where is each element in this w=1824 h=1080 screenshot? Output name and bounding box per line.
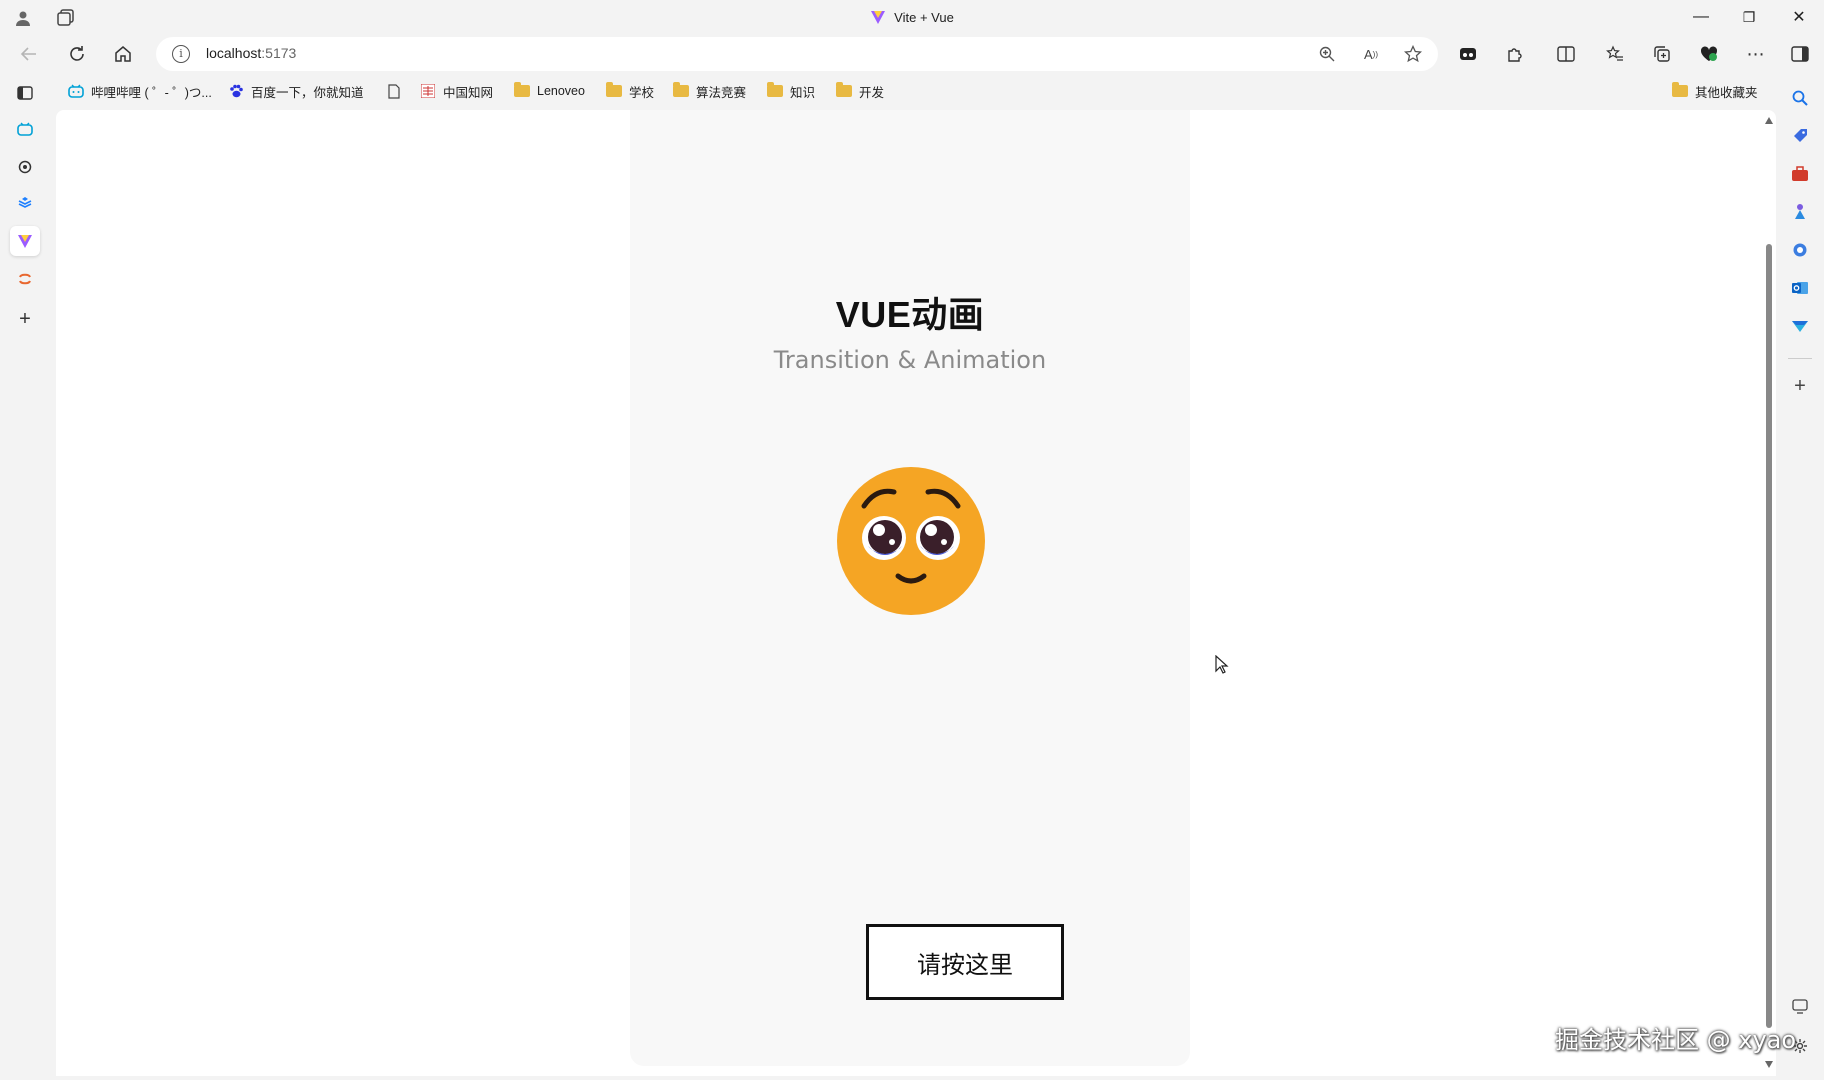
read-aloud-icon[interactable]: A)) [1360, 44, 1382, 64]
tab-docs[interactable] [10, 188, 40, 218]
baidu-icon [228, 83, 244, 99]
tab-bilibili[interactable] [10, 114, 40, 144]
bookmark-label: 知识 [790, 85, 816, 100]
new-tab-plus-icon[interactable]: + [10, 304, 40, 334]
zoom-icon[interactable] [1316, 44, 1338, 64]
sidebar-separator [1788, 358, 1812, 359]
scroll-up-arrow-icon[interactable] [1765, 117, 1773, 124]
scroll-thumb[interactable] [1766, 244, 1772, 1028]
bilibili-icon [68, 83, 84, 99]
layers-icon [18, 197, 32, 208]
bookmark-label: 开发 [859, 85, 885, 100]
search-icon[interactable] [1788, 86, 1812, 110]
other-bookmarks-label: 其他收藏夹 [1695, 85, 1758, 100]
bookmark-label: 学校 [629, 85, 655, 100]
url-host: localhost [206, 45, 262, 61]
shopping-tag-icon[interactable] [1788, 124, 1812, 148]
bookmark-label: 算法竞赛 [696, 85, 747, 100]
bookmark-folder-lenoveo[interactable]: Lenoveo [514, 80, 585, 102]
window-title-text: Vite + Vue [894, 9, 954, 25]
home-icon [115, 46, 131, 62]
scroll-down-arrow-icon[interactable] [1765, 1061, 1773, 1068]
folder-icon [767, 82, 783, 97]
navigation-bar: i localhost:5173 A)) ⋯ [0, 34, 1824, 74]
extension-icon[interactable] [1456, 42, 1480, 66]
bookmark-folder-school[interactable]: 学校 [606, 80, 654, 102]
watermark-text: 掘金技术社区 @ xyao [1555, 1026, 1797, 1054]
bookmark-label: 中国知网 [443, 85, 494, 100]
home-button[interactable] [108, 40, 138, 68]
press-here-button[interactable]: 请按这里 [866, 924, 1064, 1000]
edge-sidebar: + [1776, 74, 1824, 1080]
bookmark-label: 百度一下，你就知道 [251, 85, 364, 100]
url-text[interactable]: localhost:5173 [206, 45, 296, 61]
bilibili-icon [17, 122, 33, 136]
page-scrollbar[interactable] [1762, 112, 1776, 1076]
bookmark-folder-dev[interactable]: 开发 [836, 80, 884, 102]
site-info-icon[interactable]: i [172, 45, 190, 63]
tab-panel-icon[interactable] [10, 78, 40, 108]
tab-chatgpt[interactable] [10, 152, 40, 182]
tab-vite-vue[interactable] [10, 226, 40, 256]
bookmark-cnki[interactable]: 中国知网 [420, 80, 493, 102]
vite-logo-icon [871, 11, 886, 24]
animation-card: VUE动画 Transition & Animation 请按这里 [630, 110, 1190, 1066]
bookmark-label: 哔哩哔哩 ( ゜- ゜)つ... [91, 85, 212, 100]
vite-logo-icon [18, 235, 32, 248]
page-subtitle: Transition & Animation [773, 346, 1047, 374]
mouse-cursor-icon [1215, 655, 1229, 674]
browser-essentials-icon[interactable] [1697, 42, 1721, 66]
bookmark-folder-knowledge[interactable]: 知识 [767, 80, 815, 102]
folder-icon [606, 82, 622, 97]
folder-icon [673, 82, 689, 97]
close-button[interactable]: ✕ [1776, 0, 1822, 34]
minimize-icon: — [1693, 8, 1709, 25]
folder-icon [514, 82, 530, 97]
title-bar: Vite + Vue — ❐ ✕ [0, 0, 1824, 34]
extensions-puzzle-icon[interactable] [1503, 42, 1527, 66]
openai-icon [18, 160, 32, 174]
add-sidebar-app-plus-icon[interactable]: + [1788, 374, 1812, 398]
bookmark-label: Lenoveo [537, 84, 585, 98]
restore-icon: ❐ [1742, 8, 1756, 25]
back-button[interactable] [14, 40, 44, 68]
page-viewport: VUE动画 Transition & Animation 请按这里 [56, 110, 1776, 1076]
more-options-icon[interactable]: ⋯ [1744, 42, 1768, 66]
sidebar-toggle-icon[interactable] [1788, 42, 1812, 66]
bookmarks-bar: 哔哩哔哩 ( ゜- ゜)つ... 百度一下，你就知道 中国知网 Lenoveo … [56, 78, 1768, 104]
tools-briefcase-icon[interactable] [1788, 162, 1812, 186]
sync-icon [19, 273, 31, 285]
page-title: VUE动画 [835, 294, 985, 335]
microsoft-365-icon[interactable] [1788, 238, 1812, 262]
folder-icon [836, 82, 852, 97]
bookmark-page[interactable] [386, 80, 402, 102]
back-arrow-icon [20, 47, 36, 61]
other-bookmarks-folder[interactable]: 其他收藏夹 [1672, 80, 1758, 102]
url-port: :5173 [261, 45, 297, 61]
bookmark-baidu[interactable]: 百度一下，你就知道 [228, 80, 364, 102]
pleading-face-emoji-icon [837, 467, 985, 615]
folder-icon [1672, 82, 1688, 97]
favorite-star-icon[interactable] [1402, 44, 1424, 64]
vertical-tabs-sidebar: + [0, 74, 48, 1080]
address-bar[interactable]: i localhost:5173 A)) [156, 37, 1438, 71]
cnki-icon [420, 83, 436, 99]
close-icon: ✕ [1792, 9, 1806, 26]
minimize-button[interactable]: — [1678, 0, 1724, 34]
outlook-icon[interactable] [1788, 276, 1812, 300]
refresh-button[interactable] [62, 40, 92, 68]
bookmark-folder-algorithms[interactable]: 算法竞赛 [673, 80, 746, 102]
window-title: Vite + Vue [0, 9, 1824, 25]
drop-icon[interactable] [1788, 314, 1812, 338]
favorites-icon[interactable] [1603, 42, 1627, 66]
split-screen-icon[interactable] [1554, 42, 1578, 66]
bookmark-bilibili[interactable]: 哔哩哔哩 ( ゜- ゜)つ... [68, 80, 212, 102]
restore-button[interactable]: ❐ [1726, 0, 1772, 34]
collections-icon[interactable] [1650, 42, 1674, 66]
games-icon[interactable] [1788, 200, 1812, 224]
screenshot-icon[interactable] [1788, 994, 1812, 1018]
tab-swagger[interactable] [10, 264, 40, 294]
page-icon [386, 83, 402, 99]
refresh-icon [70, 46, 84, 61]
